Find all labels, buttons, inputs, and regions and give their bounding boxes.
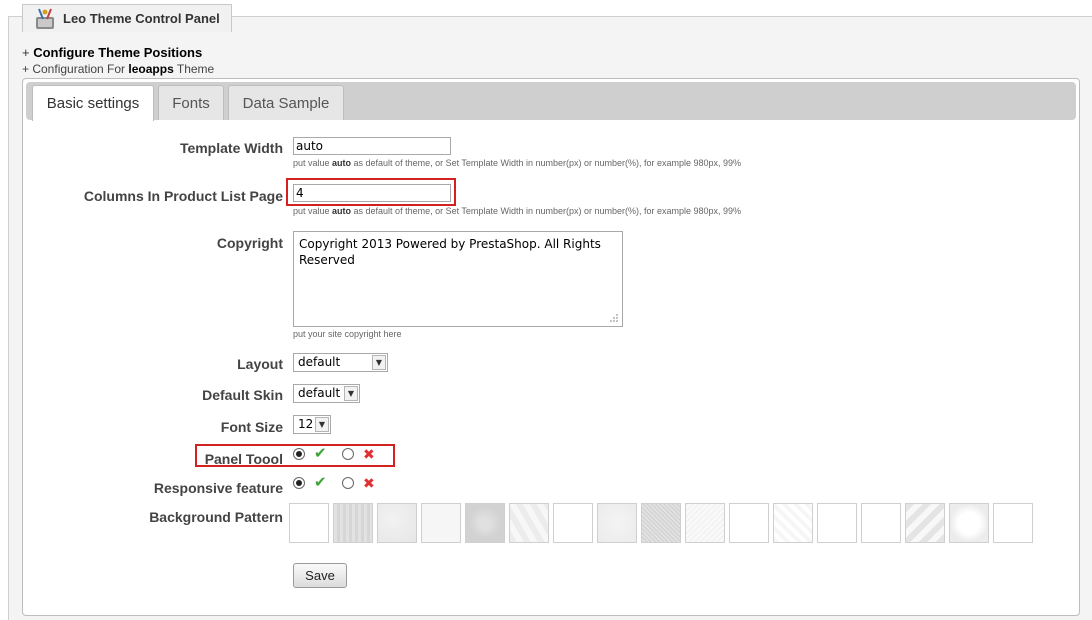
pattern-swatch[interactable] — [685, 503, 725, 543]
chevron-down-icon: ▼ — [372, 355, 386, 370]
panel-tool-label: Panel Toool — [204, 451, 283, 467]
copyright-textarea[interactable]: Copyright 2013 Powered by PrestaShop. Al… — [293, 231, 623, 327]
pattern-swatch[interactable] — [993, 503, 1033, 543]
copyright-label: Copyright — [216, 235, 283, 251]
pattern-swatch[interactable] — [949, 503, 989, 543]
chevron-down-icon: ▼ — [344, 386, 358, 401]
pattern-swatch[interactable] — [597, 503, 637, 543]
pattern-swatch[interactable] — [641, 503, 681, 543]
pattern-swatch[interactable] — [773, 503, 813, 543]
cross-icon: ✖ — [363, 475, 375, 491]
settings-panel: Basic settings Fonts Data Sample Templat… — [22, 78, 1080, 616]
pattern-swatch[interactable] — [861, 503, 901, 543]
layout-select[interactable]: default ▼ — [293, 353, 388, 372]
pattern-swatch[interactable] — [905, 503, 945, 543]
background-pattern-label: Background Pattern — [149, 509, 283, 525]
default-skin-select[interactable]: default ▼ — [293, 384, 360, 403]
pattern-swatch[interactable] — [553, 503, 593, 543]
check-icon: ✔ — [314, 474, 327, 491]
pattern-swatch[interactable] — [421, 503, 461, 543]
breadcrumb-configuration: + Configuration For leoapps Theme — [22, 62, 215, 76]
tab-basic-settings[interactable]: Basic settings — [32, 85, 154, 121]
font-size-label: Font Size — [220, 419, 283, 435]
cross-icon: ✖ — [363, 446, 375, 462]
chevron-down-icon: ▼ — [315, 417, 329, 432]
check-icon: ✔ — [314, 445, 327, 462]
panel-tool-no-radio[interactable] — [342, 448, 354, 460]
breadcrumb-configure: + Configure Theme Positions — [22, 45, 203, 60]
pattern-swatch[interactable] — [377, 503, 417, 543]
theme-tools-icon — [33, 7, 57, 31]
columns-hint: put value auto as default of theme, or S… — [293, 206, 742, 216]
copyright-hint: put your site copyright here — [293, 329, 402, 339]
responsive-yes-radio[interactable] — [293, 477, 305, 489]
columns-input[interactable]: 4 — [293, 184, 451, 202]
breadcrumb: + Configure Theme Positions + Configurat… — [22, 45, 214, 77]
panel-title-tab: Leo Theme Control Panel — [22, 4, 232, 32]
template-width-hint: put value auto as default of theme, or S… — [293, 158, 742, 168]
default-skin-label: Default Skin — [202, 387, 283, 403]
responsive-no-radio[interactable] — [342, 477, 354, 489]
columns-label: Columns In Product List Page — [83, 188, 283, 204]
pattern-swatch[interactable] — [729, 503, 769, 543]
pattern-swatch[interactable] — [817, 503, 857, 543]
panel-tool-yes-radio[interactable] — [293, 448, 305, 460]
pattern-swatch[interactable] — [333, 503, 373, 543]
tab-data-sample[interactable]: Data Sample — [228, 85, 344, 120]
panel-title: Leo Theme Control Panel — [63, 11, 220, 26]
save-button[interactable]: Save — [293, 563, 347, 588]
tab-fonts[interactable]: Fonts — [158, 85, 224, 120]
layout-label: Layout — [237, 356, 283, 372]
pattern-swatch[interactable] — [465, 503, 505, 543]
pattern-swatch[interactable] — [289, 503, 329, 543]
responsive-label: Responsive feature — [153, 480, 283, 496]
font-size-select[interactable]: 12 ▼ — [293, 415, 331, 434]
template-width-label: Template Width — [179, 140, 283, 156]
pattern-swatch[interactable] — [509, 503, 549, 543]
resize-grip-icon[interactable] — [609, 313, 619, 323]
template-width-input[interactable]: auto — [293, 137, 451, 155]
